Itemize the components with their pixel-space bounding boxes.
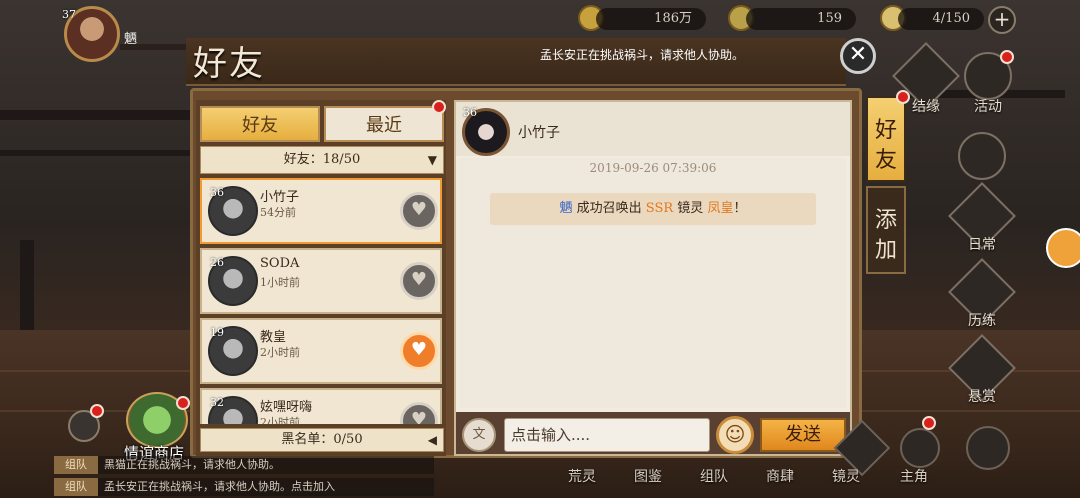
menu-label: 悬赏	[968, 389, 996, 405]
heart-icon: ♥	[410, 409, 428, 424]
panel-title: 好友	[193, 44, 265, 84]
heart-icon: ♥	[410, 339, 428, 360]
bg-beam	[0, 150, 200, 156]
friend-row[interactable]: 36 小竹子 54分前 ♥	[200, 178, 442, 244]
tab-recent[interactable]: 最近	[324, 106, 444, 142]
hero-notification-dot	[922, 416, 936, 430]
hero-icon	[900, 428, 940, 468]
nav-item-hero[interactable]: 主角	[900, 466, 928, 486]
chat-log-line[interactable]: 组队 黑猫正在挑战祸斗，请求他人协助。	[54, 456, 434, 474]
send-heart-button[interactable]: ♥	[400, 332, 438, 370]
friend-name: SODA	[260, 256, 300, 271]
chat-header	[456, 102, 850, 156]
side-tab-add[interactable]: 添加	[866, 186, 906, 274]
friend-name: 小竹子	[260, 190, 300, 205]
panel-header	[186, 38, 846, 86]
friend-name: 妶嘿呀嗨	[260, 400, 313, 415]
dropdown-arrow-icon: ▼	[427, 153, 437, 167]
friend-last-online: 1小时前	[260, 276, 300, 289]
close-button[interactable]: ✕	[840, 38, 876, 74]
friend-level: 32	[210, 396, 224, 409]
bg-beam	[0, 110, 200, 120]
chat-partner-level: 36	[463, 106, 477, 119]
send-heart-button[interactable]: ♥	[400, 192, 438, 230]
nav-item-shop[interactable]: 商肆	[766, 466, 794, 486]
stamina-value: 4/150	[898, 8, 984, 30]
menu-label: 历练	[968, 313, 996, 329]
message-text: 成功召唤出	[572, 201, 646, 216]
send-heart-button[interactable]: ♥	[400, 262, 438, 300]
coins-value: 186万	[596, 8, 706, 30]
side-expand-button[interactable]	[1046, 228, 1080, 268]
friend-row[interactable]: 26 SODA 1小时前 ♥	[200, 248, 442, 314]
log-text: 黑猫正在挑战祸斗，请求他人协助。	[104, 458, 280, 471]
message-text: 镜灵	[673, 201, 708, 216]
blacklist-label: 黑名单：0/50	[281, 432, 363, 447]
nav-item-mirror-spirit[interactable]: 镜灵	[832, 466, 860, 486]
friend-level: 26	[210, 256, 224, 269]
friend-list[interactable]: 36 小竹子 54分前 ♥ 26 SODA 1小时前 ♥ 19 教皇 2小时前 …	[200, 178, 444, 424]
blacklist-selector[interactable]: 黑名单：0/50 ◀	[200, 428, 444, 452]
message-spirit-name: 凤皇	[707, 201, 734, 216]
log-channel-tag: 组队	[54, 478, 98, 496]
chat-notification-dot	[90, 404, 104, 418]
friend-last-online: 2小时前	[260, 416, 300, 424]
nav-item-codex[interactable]: 图鉴	[634, 466, 662, 486]
notice-banner: 孟长安正在挑战祸斗，请求他人协助。	[540, 48, 745, 62]
emoji-button[interactable]: ☺	[716, 416, 754, 454]
nav-item-wildspirit[interactable]: 荒灵	[568, 466, 596, 486]
menu-label: 结缘	[912, 99, 940, 115]
chat-log-line[interactable]: 组队 孟长安正在挑战祸斗，请求他人协助。点击加入	[54, 478, 434, 496]
friend-last-online: 54分前	[260, 206, 296, 219]
character-portrait-icon	[958, 132, 1006, 180]
shop-notification-dot	[176, 396, 190, 410]
menu-label: 活动	[974, 99, 1002, 115]
tab-friends[interactable]: 好友	[200, 106, 320, 142]
friend-level: 19	[210, 326, 224, 339]
smiley-icon: ☺	[724, 422, 746, 446]
chat-text-input[interactable]	[504, 418, 710, 452]
friend-row[interactable]: 19 教皇 2小时前 ♥	[200, 318, 442, 384]
recent-notification-dot	[432, 100, 446, 114]
expand-arrow-icon: ◀	[427, 433, 437, 447]
message-text: ！	[733, 201, 747, 216]
system-message: 魉 成功召唤出 SSR 镜灵 凤皇！	[490, 193, 816, 225]
message-actor: 魉	[559, 201, 573, 216]
add-stamina-button[interactable]: +	[988, 6, 1016, 34]
voice-input-button[interactable]: 文	[462, 418, 496, 452]
friend-count-selector[interactable]: 好友：18/50 ▼	[200, 146, 444, 174]
chat-partner-name: 小竹子	[518, 125, 560, 141]
voice-icon: 文	[472, 427, 486, 442]
friend-last-online: 2小时前	[260, 346, 300, 359]
nav-item-team[interactable]: 组队	[700, 466, 728, 486]
message-timestamp: 2019-09-26 07:39:06	[589, 161, 717, 175]
log-text: 孟长安正在挑战祸斗，请求他人协助。点击加入	[104, 480, 335, 493]
heart-icon: ♥	[410, 199, 428, 220]
friend-name: 教皇	[260, 330, 287, 345]
settings-icon[interactable]	[966, 426, 1010, 470]
log-channel-tag: 组队	[54, 456, 98, 474]
menu-label: 日常	[968, 237, 996, 253]
player-level: 37	[62, 8, 76, 21]
message-rarity: SSR	[645, 201, 674, 216]
jade-value: 159	[746, 8, 856, 30]
send-heart-button[interactable]: ♥	[400, 402, 438, 424]
heart-icon: ♥	[410, 269, 428, 290]
bg-pillar	[20, 240, 34, 330]
friend-level: 36	[210, 186, 224, 199]
event-notification-dot	[1000, 50, 1014, 64]
friend-count-label: 好友：18/50	[283, 152, 361, 167]
friend-row[interactable]: 32 妶嘿呀嗨 2小时前 ♥	[200, 388, 442, 424]
